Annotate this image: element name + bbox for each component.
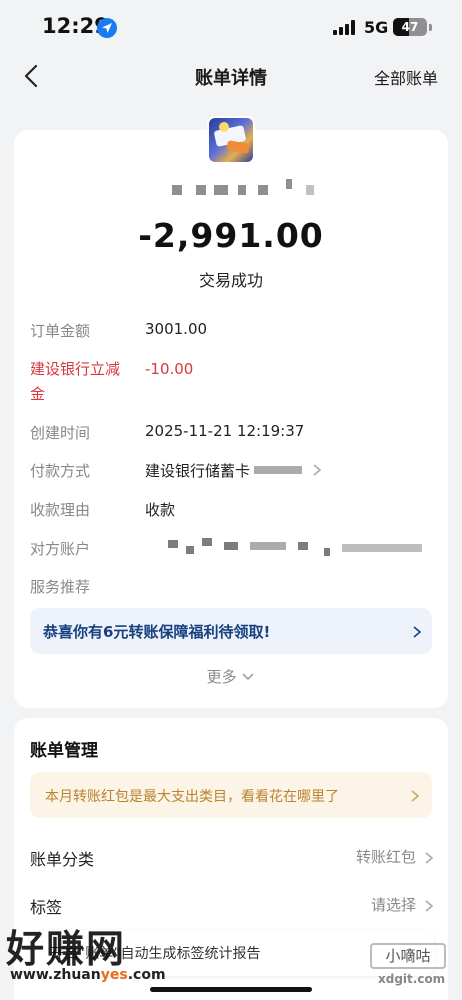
location-arrow-icon [97,18,117,38]
row-value: 转账红包 [355,848,416,866]
spending-tip-banner[interactable]: 本月转账红包是最大支出类目，看看花在哪里了 [30,772,432,818]
bill-detail-card: -2,991.00 交易成功 订单金额 3001.00 建设银行立减金 -10.… [14,116,448,708]
more-label: 更多 [206,668,237,686]
chevron-down-icon [241,668,255,686]
home-indicator [150,987,312,992]
battery-tip [429,24,432,31]
detail-label: 建设银行立减金 [30,360,121,403]
watermark-brand: 好赚网 [6,927,127,971]
row-value: 请选择 [370,896,416,914]
detail-value: 3001.00 [145,320,208,338]
detail-value: -10.00 [145,360,194,378]
chevron-right-icon [412,624,422,638]
detail-label: 订单金额 [30,322,91,340]
watermark-url: www.zhuanyes.com [10,967,166,983]
status-bar: 12:29 5G 47 [0,0,462,56]
watermark-right-brand: 小嘀咕 [370,943,446,969]
detail-value: 建设银行储蓄卡 [145,462,251,480]
detail-label: 收款理由 [30,501,91,519]
promo-banner[interactable]: 恭喜你有6元转账保障福利待领取! [30,608,432,654]
more-toggle[interactable]: 更多 [14,666,448,687]
transaction-status: 交易成功 [198,271,263,290]
transaction-amount: -2,991.00 [138,216,324,255]
detail-label: 付款方式 [30,462,91,480]
nav-bar: 账单详情 全部账单 [0,56,462,96]
chevron-right-icon [312,463,322,477]
detail-label: 服务推荐 [30,578,91,596]
section-title: 账单管理 [30,741,98,761]
battery-percent: 47 [401,20,419,34]
payee-avatar [207,116,255,164]
row-label: 标签 [30,898,63,917]
detail-value: 收款 [145,501,176,519]
battery-icon: 47 [393,18,427,36]
payee-name-redacted [172,179,322,197]
detail-label: 对方账户 [30,540,91,558]
detail-value: 2025-11-21 12:19:37 [145,422,305,440]
tip-text: 本月转账红包是最大支出类目，看看花在哪里了 [45,789,339,805]
signal-icon [333,20,355,35]
watermark-right-url: xdgit.com [378,972,446,986]
detail-label: 创建时间 [30,424,91,442]
chevron-right-icon [424,850,434,864]
all-bills-link[interactable]: 全部账单 [374,65,438,89]
chevron-right-icon [424,898,434,912]
row-label: 账单分类 [30,850,95,869]
promo-text: 恭喜你有6元转账保障福利待领取! [43,623,271,641]
chevron-right-icon [410,788,420,802]
card-number-redacted [254,466,302,474]
network-label: 5G [364,18,389,37]
